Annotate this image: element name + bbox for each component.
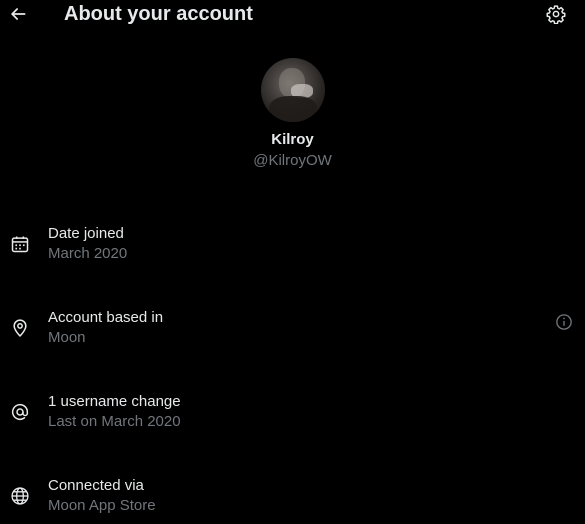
profile-section: Kilroy @KilroyOW <box>0 58 585 170</box>
row-title: Account based in <box>48 309 164 326</box>
header-bar: About your account <box>0 0 585 28</box>
globe-icon <box>9 485 31 507</box>
arrow-left-icon <box>8 4 28 24</box>
settings-button[interactable] <box>544 2 568 26</box>
handle: @KilroyOW <box>253 152 332 169</box>
row-value: Last on March 2020 <box>48 413 181 430</box>
info-icon <box>555 313 573 331</box>
row-value: Moon <box>48 329 86 346</box>
row-username-change: 1 username change Last on March 2020 <box>0 393 585 437</box>
row-value: March 2020 <box>48 245 128 262</box>
at-sign-icon <box>9 401 31 423</box>
page-title: About your account <box>64 3 253 25</box>
row-account-based-in: Account based in Moon <box>0 309 585 353</box>
back-button[interactable] <box>6 2 30 26</box>
gear-icon <box>546 4 566 24</box>
row-title: Connected via <box>48 477 144 494</box>
info-button[interactable] <box>554 312 574 332</box>
row-value: Moon App Store <box>48 497 156 514</box>
display-name: Kilroy <box>271 131 314 148</box>
row-date-joined: Date joined March 2020 <box>0 225 585 269</box>
location-pin-icon <box>9 317 31 339</box>
row-title: 1 username change <box>48 393 181 410</box>
avatar[interactable] <box>260 58 325 122</box>
row-connected-via: Connected via Moon App Store <box>0 477 585 521</box>
row-title: Date joined <box>48 225 124 242</box>
calendar-icon <box>9 233 31 255</box>
